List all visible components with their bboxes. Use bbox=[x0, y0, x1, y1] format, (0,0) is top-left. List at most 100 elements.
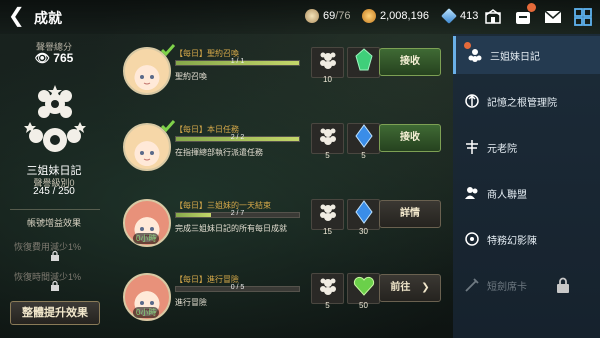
coin-count: 2,008,196 bbox=[380, 10, 429, 22]
check-icon bbox=[161, 120, 175, 133]
reward-slot[interactable] bbox=[347, 47, 380, 78]
quest-action-label: 詳情 bbox=[400, 208, 420, 219]
quest-description: 進行冒險 bbox=[175, 298, 207, 307]
menu-grid-icon[interactable] bbox=[572, 6, 594, 28]
reward-slot[interactable] bbox=[311, 123, 344, 154]
bonus-item: 恢復費用減少1% bbox=[14, 242, 82, 252]
sidebar-tab-label: 元老院 bbox=[487, 143, 517, 155]
green-heart-gem-icon bbox=[353, 276, 375, 301]
coin-display: 2,008,196 bbox=[362, 9, 429, 23]
quest-progress-text: 1 / 1 bbox=[230, 58, 245, 65]
stamina-display: 69/76 bbox=[305, 9, 351, 23]
chevron-right-icon: ❯ bbox=[421, 282, 430, 293]
top-bar: ❮ 成就 69/76 2,008,196 413 bbox=[0, 0, 600, 34]
bonus-title: 帳號增益效果 bbox=[26, 218, 81, 228]
dagger-icon bbox=[464, 277, 480, 293]
sidebar-tab[interactable]: 元老院 bbox=[453, 128, 600, 166]
lock-icon bbox=[556, 277, 570, 293]
quest-progress-text: 2 / 7 bbox=[230, 210, 245, 217]
senate-icon bbox=[464, 139, 480, 155]
check-icon bbox=[161, 44, 175, 57]
quest-progress-text: 0 / 5 bbox=[230, 284, 245, 291]
gem-icon bbox=[441, 8, 457, 24]
eye-icon: 👁 bbox=[34, 51, 50, 65]
lock-icon bbox=[50, 248, 60, 261]
quest-row: 0小時 【每日】進行冒險 0 / 5 進行冒險 5 50 前往 ❯ bbox=[118, 268, 443, 338]
sidebar-tab[interactable]: 特務幻影陳 bbox=[453, 220, 600, 258]
blue-crystal-icon bbox=[354, 124, 373, 153]
phantom-agent-icon bbox=[464, 231, 480, 247]
sidebar-tab[interactable]: 記憶之根管理院 bbox=[453, 82, 600, 120]
reward-count: 5 bbox=[361, 151, 366, 160]
quest-description: 在指揮總部執行派遣任務 bbox=[175, 148, 263, 157]
token-icon bbox=[317, 275, 339, 302]
quest-row: 【每日】本日任務 2 / 2 在指揮總部執行派遣任務 5 5 接收 bbox=[118, 118, 443, 192]
quest-action-button[interactable]: 接收 bbox=[379, 124, 441, 152]
quest-action-button[interactable]: 詳情 bbox=[379, 200, 441, 228]
quest-action-label: 接收 bbox=[400, 132, 420, 143]
quest-timer-tag: 0小時 bbox=[133, 307, 160, 318]
reward-count: 50 bbox=[359, 301, 368, 310]
reputation-value: 👁 765 bbox=[0, 51, 108, 65]
bonus-item: 恢復時間減少1% bbox=[14, 272, 82, 282]
sidebar-tab[interactable]: 三姐妹日記 bbox=[453, 36, 600, 74]
sidebar-tab-label: 三姐妹日記 bbox=[490, 51, 540, 63]
overall-boost-button[interactable]: 整體提升效果 bbox=[10, 301, 100, 325]
character-avatar: 0小時 bbox=[123, 273, 171, 321]
quest-description: 聖約召喚 bbox=[175, 72, 207, 81]
sidebar-tab[interactable]: 短劍席卡 bbox=[453, 266, 600, 304]
character-avatar: 0小時 bbox=[123, 199, 171, 247]
coin-icon bbox=[362, 9, 376, 23]
reputation-progress: 245 / 250 bbox=[33, 186, 75, 197]
faction-sidebar: 三姐妹日記記憶之根管理院元老院商人聯盟特務幻影陳短劍席卡 bbox=[453, 34, 600, 338]
reward-slot[interactable] bbox=[311, 273, 344, 304]
sidebar-tab-label: 特務幻影陳 bbox=[487, 235, 537, 247]
lock-icon bbox=[50, 278, 60, 291]
mail-icon[interactable] bbox=[542, 6, 564, 28]
green-crystal-icon bbox=[354, 48, 374, 77]
character-avatar bbox=[123, 120, 175, 171]
merchant-guild-icon bbox=[464, 185, 480, 201]
guild-icon[interactable] bbox=[482, 6, 504, 28]
event-icon[interactable] bbox=[512, 3, 536, 28]
divider bbox=[10, 209, 100, 210]
reward-count: 10 bbox=[323, 75, 332, 84]
token-icon bbox=[317, 125, 339, 152]
reward-slot[interactable] bbox=[347, 199, 380, 230]
top-icon-group bbox=[482, 3, 594, 28]
quest-row: 0小時 【每日】三姐妹的一天結束 2 / 7 完成三姐妹日記的所有每日成就 15 30 詳情 bbox=[118, 194, 443, 268]
token-icon bbox=[317, 49, 339, 76]
notification-dot bbox=[464, 42, 471, 49]
reward-slot[interactable] bbox=[311, 199, 344, 230]
reward-count: 5 bbox=[325, 151, 330, 160]
quest-row: 【每日】聖約召喚 1 / 1 聖約召喚 10 接收 bbox=[118, 42, 443, 116]
reward-count: 30 bbox=[359, 227, 368, 236]
quest-action-label: 接收 bbox=[400, 56, 420, 67]
back-arrow-icon[interactable]: ❮ bbox=[8, 6, 30, 28]
quest-timer-tag: 0小時 bbox=[133, 233, 160, 244]
stamina-icon bbox=[305, 9, 319, 23]
token-icon bbox=[317, 201, 339, 228]
sisters-emblem-icon bbox=[22, 82, 88, 172]
quest-action-button[interactable]: 前往 ❯ bbox=[379, 274, 441, 302]
reward-count: 15 bbox=[323, 227, 332, 236]
reward-slot[interactable] bbox=[311, 47, 344, 78]
quest-progress-text: 2 / 2 bbox=[230, 134, 245, 141]
reputation-score: 765 bbox=[53, 51, 74, 65]
sidebar-tab-label: 商人聯盟 bbox=[487, 189, 527, 201]
reward-slot[interactable] bbox=[347, 273, 380, 304]
memory-root-icon bbox=[464, 93, 480, 109]
stamina-current: 69 bbox=[323, 10, 336, 22]
sisters-emblem-icon bbox=[467, 47, 483, 63]
quest-action-label: 前往 bbox=[390, 282, 411, 293]
reputation-panel: 聲譽總分 👁 765 三姐妹日記 聲譽級別0 245 / 250 帳號增益效果 … bbox=[0, 34, 108, 338]
quest-action-button[interactable]: 接收 bbox=[379, 48, 441, 76]
notification-dot bbox=[527, 3, 536, 12]
sidebar-tab[interactable]: 商人聯盟 bbox=[453, 174, 600, 212]
character-avatar bbox=[123, 44, 175, 95]
sidebar-tab-label: 短劍席卡 bbox=[487, 281, 527, 293]
page-title: 成就 bbox=[34, 10, 62, 26]
reward-slot[interactable] bbox=[347, 123, 380, 154]
gem-count: 413 bbox=[460, 10, 479, 22]
reward-count: 5 bbox=[325, 301, 330, 310]
